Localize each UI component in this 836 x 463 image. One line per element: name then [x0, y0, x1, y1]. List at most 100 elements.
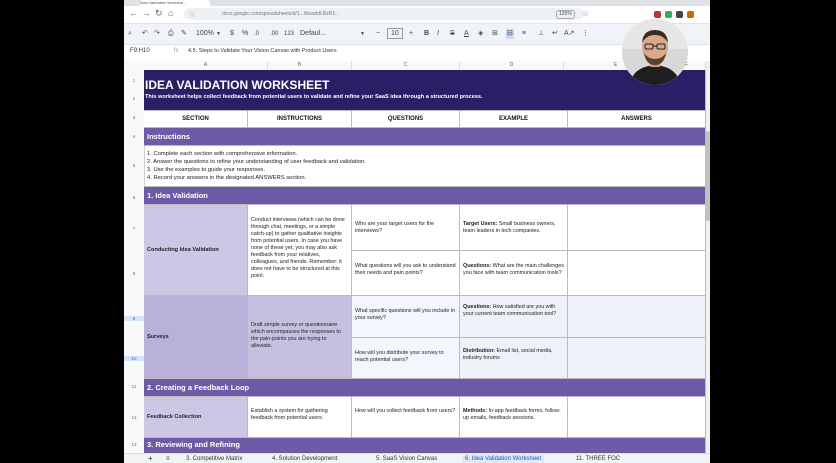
- italic-button[interactable]: I: [437, 29, 439, 39]
- header-questions[interactable]: QUESTIONS: [352, 111, 460, 128]
- question-cell[interactable]: Who are your target users for the interv…: [352, 205, 460, 251]
- row-header[interactable]: 12: [124, 415, 144, 420]
- column-header[interactable]: D: [460, 61, 564, 70]
- sheet-tab[interactable]: 3. Competitive Matrix: [186, 455, 242, 463]
- header-answers[interactable]: ANSWERS: [568, 111, 706, 128]
- section-cell[interactable]: Conducting Idea Validation: [144, 205, 248, 296]
- vertical-scrollbar[interactable]: [706, 61, 710, 453]
- borders-icon[interactable]: ⊞: [492, 29, 498, 39]
- answer-cell[interactable]: [568, 205, 706, 251]
- list-item: 1. Complete each section with comprehens…: [147, 151, 298, 157]
- number-format-button[interactable]: 123: [284, 29, 294, 39]
- reload-icon[interactable]: ↻: [155, 8, 163, 18]
- row-header[interactable]: 9: [124, 316, 144, 321]
- instructions-cell[interactable]: Draft simple survey or questionnaire whi…: [248, 296, 352, 379]
- extension-icon[interactable]: [665, 11, 672, 18]
- font-size-field[interactable]: 10: [387, 28, 403, 39]
- extension-icon[interactable]: [676, 11, 683, 18]
- section-band-instructions[interactable]: Instructions: [144, 128, 706, 146]
- zoom-select[interactable]: 100%: [196, 29, 214, 39]
- header-section[interactable]: SECTION: [144, 111, 248, 128]
- increase-decimal-button[interactable]: .00: [270, 29, 278, 39]
- header-instructions[interactable]: INSTRUCTIONS: [248, 111, 352, 128]
- zoom-chip[interactable]: 125%: [556, 10, 575, 19]
- paint-format-icon[interactable]: ✎: [181, 29, 187, 39]
- list-item: 3. Use the examples to guide your respon…: [147, 167, 265, 173]
- question-cell[interactable]: What specific questions will you include…: [352, 296, 460, 338]
- row-header[interactable]: 13: [124, 442, 144, 447]
- instructions-cell[interactable]: Establish a system for gathering feedbac…: [248, 397, 352, 438]
- vertical-align-icon[interactable]: ⊥: [538, 29, 544, 39]
- bold-button[interactable]: B: [424, 29, 429, 39]
- row-header[interactable]: 10: [124, 356, 144, 361]
- text-color-button[interactable]: A: [464, 29, 469, 39]
- sheet-tab-active[interactable]: 6. Idea Validation Worksheet: [462, 455, 545, 463]
- sheet-tabs-bar: + ≡ 3. Competitive Matrix 4. Solution De…: [124, 453, 710, 463]
- font-size-decrease-icon[interactable]: −: [376, 29, 380, 39]
- question-cell[interactable]: What questions will you ask to understan…: [352, 251, 460, 296]
- font-select[interactable]: Defaul...: [300, 29, 326, 39]
- sheet-tab[interactable]: 5. SaaS Vision Canvas: [376, 455, 437, 463]
- strikethrough-button[interactable]: S: [450, 29, 455, 39]
- print-icon[interactable]: ⎙: [168, 29, 174, 39]
- search-menus-icon[interactable]: ⌕: [128, 29, 132, 39]
- row-header[interactable]: 1: [124, 78, 144, 83]
- row-header[interactable]: 6: [124, 195, 144, 200]
- all-sheets-button[interactable]: ≡: [166, 455, 170, 463]
- row-header[interactable]: 4: [124, 134, 144, 139]
- extension-icon[interactable]: [654, 11, 661, 18]
- decrease-decimal-button[interactable]: .0: [254, 29, 259, 39]
- example-cell[interactable]: Target Users: Small business owners, tea…: [460, 205, 568, 251]
- undo-icon[interactable]: ↶: [142, 29, 148, 39]
- font-size-increase-icon[interactable]: +: [409, 29, 413, 39]
- back-arrow-icon[interactable]: ←: [129, 8, 138, 18]
- answer-cell[interactable]: [568, 296, 706, 338]
- column-header[interactable]: C: [352, 61, 460, 70]
- section-band-idea-validation[interactable]: 1. Idea Validation: [144, 187, 706, 205]
- instructions-cell[interactable]: Conduct interviews (which can be done th…: [248, 205, 352, 296]
- row-header[interactable]: 3: [124, 115, 144, 120]
- more-options-icon[interactable]: ⋮: [582, 29, 589, 39]
- example-cell[interactable]: Distribution: Email list, social media, …: [460, 338, 568, 379]
- merge-cells-icon[interactable]: ⊟: [506, 29, 514, 39]
- home-icon[interactable]: ⌂: [168, 8, 173, 18]
- text-wrap-icon[interactable]: ↵: [552, 29, 558, 39]
- url-field[interactable]: docs.google.com/spreadsheets/d/1...Wswdd…: [184, 8, 584, 20]
- row-header[interactable]: 5: [124, 163, 144, 168]
- formula-input[interactable]: 4.5. Steps to Validate Your Vision Canva…: [188, 48, 337, 54]
- scrollbar-thumb[interactable]: [706, 131, 710, 221]
- header-example[interactable]: EXAMPLE: [460, 111, 568, 128]
- fill-color-icon[interactable]: ◈: [478, 29, 483, 39]
- forward-arrow-icon[interactable]: →: [142, 8, 151, 18]
- bookmark-star-icon[interactable]: ☆: [582, 9, 589, 18]
- horizontal-align-icon[interactable]: ≡: [522, 29, 526, 39]
- add-sheet-button[interactable]: +: [148, 455, 153, 463]
- name-box[interactable]: F9:H10: [130, 48, 150, 54]
- example-cell[interactable]: Questions: How satisfied are you with yo…: [460, 296, 568, 338]
- percent-format-button[interactable]: %: [242, 29, 248, 39]
- site-info-icon[interactable]: ⓘ: [190, 11, 195, 18]
- redo-icon[interactable]: ↷: [154, 29, 160, 39]
- row-header[interactable]: 2: [124, 96, 144, 101]
- question-cell[interactable]: How will you distribute your survey to r…: [352, 338, 460, 379]
- text-rotation-icon[interactable]: A↗: [564, 29, 575, 39]
- extension-icon[interactable]: [687, 11, 694, 18]
- currency-format-button[interactable]: $: [230, 29, 234, 39]
- answer-cell[interactable]: [568, 397, 706, 438]
- question-cell[interactable]: How will you collect feedback from users…: [352, 397, 460, 438]
- sheet-tab[interactable]: 11. THREE FOC: [576, 455, 620, 463]
- row-header[interactable]: 8: [124, 271, 144, 276]
- section-cell[interactable]: Surveys: [144, 296, 248, 379]
- column-header[interactable]: B: [248, 61, 352, 70]
- instructions-list[interactable]: 1. Complete each section with comprehens…: [144, 146, 706, 187]
- row-header[interactable]: 7: [124, 226, 144, 231]
- answer-cell[interactable]: [568, 338, 706, 379]
- row-header[interactable]: 11: [124, 384, 144, 389]
- section-cell[interactable]: Feedback Collection: [144, 397, 248, 438]
- title-block[interactable]: IDEA VALIDATION WORKSHEET This worksheet…: [144, 70, 706, 111]
- example-cell[interactable]: Methods: In-app feedback forms, follow-u…: [460, 397, 568, 438]
- example-cell[interactable]: Questions: What are the main challenges …: [460, 251, 568, 296]
- section-band-feedback-loop[interactable]: 2. Creating a Feedback Loop: [144, 379, 706, 397]
- answer-cell[interactable]: [568, 251, 706, 296]
- sheet-tab[interactable]: 4. Solution Development: [272, 455, 337, 463]
